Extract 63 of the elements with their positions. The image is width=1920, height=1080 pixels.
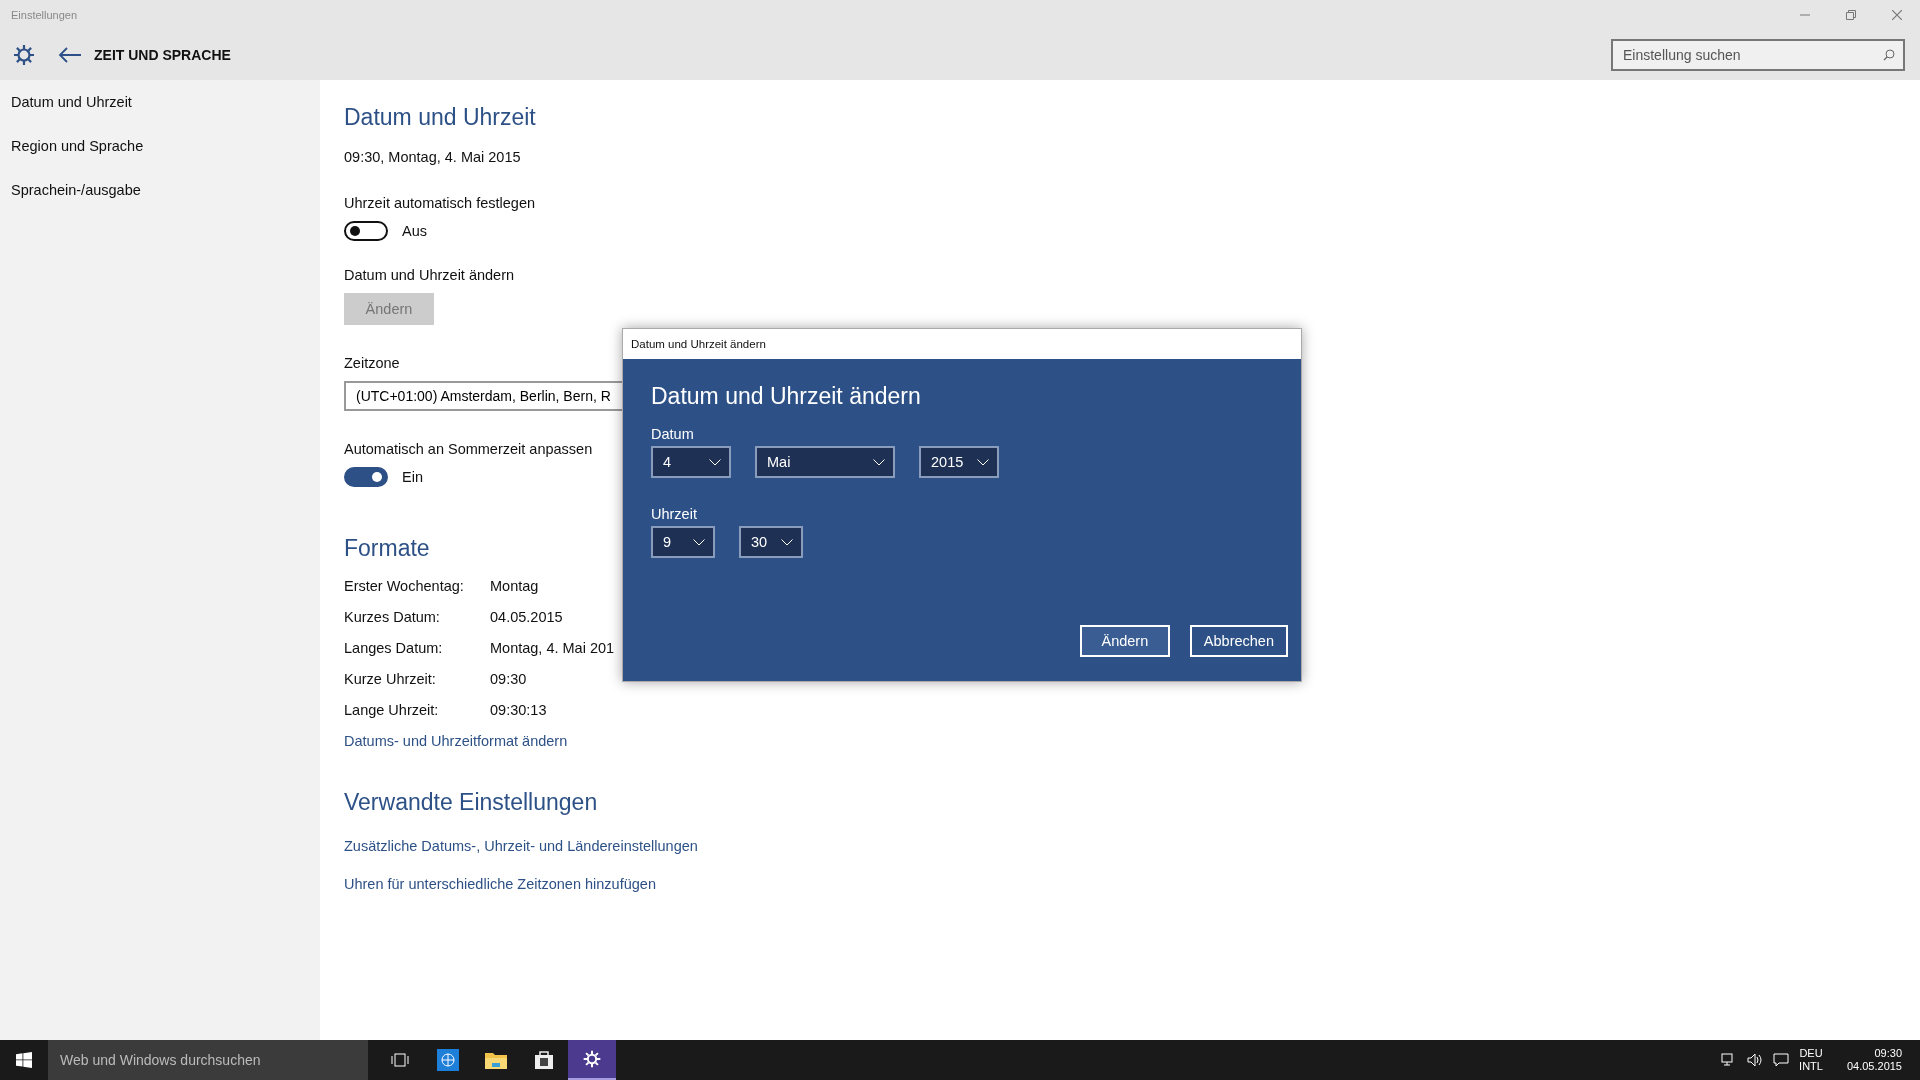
toggle-switch[interactable] xyxy=(344,221,388,241)
format-label: Kurzes Datum: xyxy=(344,609,441,627)
format-value: 04.05.2015 xyxy=(490,609,563,627)
window-title: Einstellungen xyxy=(11,9,78,21)
section-heading: Formate xyxy=(344,535,430,562)
chevron-down-icon xyxy=(873,458,885,466)
page-title: ZEIT UND SPRACHE xyxy=(94,47,231,63)
section-heading: Verwandte Einstellungen xyxy=(344,789,598,816)
task-view-icon xyxy=(391,1053,409,1067)
confirm-button[interactable]: Ändern xyxy=(1079,625,1170,657)
clock[interactable]: 09:30 04.05.2015 xyxy=(1846,1047,1902,1073)
settings-icon xyxy=(582,1049,602,1069)
setting-label: Zeitzone xyxy=(344,355,400,371)
time-dropdown[interactable]: 30 xyxy=(739,526,803,558)
format-value: 09:30:13 xyxy=(490,702,547,720)
sidebar-item[interactable]: Region und Sprache xyxy=(0,134,320,178)
search-field[interactable]: Einstellung suchen xyxy=(1611,39,1905,71)
setting-label: Uhrzeit automatisch festlegen xyxy=(344,195,535,211)
setting-label: Automatisch an Sommerzeit anpassen xyxy=(344,441,593,457)
toggle-switch[interactable] xyxy=(344,467,388,487)
toggle-state: Ein xyxy=(402,469,423,485)
format-label: Langes Datum: xyxy=(344,640,444,658)
chevron-down-icon xyxy=(693,538,705,546)
format-link[interactable]: Datums- und Uhrzeitformat ändern xyxy=(344,733,568,749)
taskbar-app[interactable] xyxy=(568,1040,616,1080)
notification-icon[interactable] xyxy=(1773,1053,1790,1067)
related-link[interactable]: Zusätzliche Datums-, Uhrzeit- und Ländereinstellungen xyxy=(344,838,698,854)
search-icon xyxy=(1883,49,1895,61)
dialog-title: Datum und Uhrzeit ändern xyxy=(631,338,766,350)
settings-icon xyxy=(12,43,36,67)
date-dropdown[interactable]: 2015 xyxy=(919,446,999,478)
taskbar-search-field[interactable]: Web und Windows durchsuchen xyxy=(48,1040,368,1080)
shopping-bag-icon xyxy=(534,1050,554,1070)
folder-icon xyxy=(485,1051,507,1069)
globe-icon xyxy=(437,1049,459,1071)
related-link[interactable]: Uhren für unterschiedliche Zeitzonen hinzufügen xyxy=(344,876,656,892)
back-arrow-icon[interactable] xyxy=(58,47,82,63)
sidebar-item[interactable]: Sprachein-/ausgabe xyxy=(0,178,320,222)
time-dropdown[interactable]: 9 xyxy=(651,526,715,558)
toggle-state: Aus xyxy=(402,223,427,239)
chevron-down-icon xyxy=(781,538,793,546)
volume-icon[interactable] xyxy=(1747,1053,1764,1067)
current-datetime: 09:30, Montag, 4. Mai 2015 xyxy=(344,149,521,165)
section-heading: Datum und Uhrzeit xyxy=(344,104,536,131)
format-label: Lange Uhrzeit: xyxy=(344,702,440,720)
chevron-down-icon xyxy=(709,458,721,466)
language-indicator[interactable]: DEU INTL xyxy=(1799,1047,1823,1073)
chevron-down-icon xyxy=(977,458,989,466)
setting-label: Datum und Uhrzeit ändern xyxy=(344,267,515,283)
field-label: Uhrzeit xyxy=(651,506,697,522)
close-icon[interactable] xyxy=(1892,10,1902,20)
sidebar-item[interactable]: Datum und Uhrzeit xyxy=(0,90,320,134)
format-value: 09:30 xyxy=(490,671,527,689)
restore-icon[interactable] xyxy=(1846,10,1856,20)
date-dropdown[interactable]: 4 xyxy=(651,446,731,478)
date-dropdown[interactable]: Mai xyxy=(755,446,895,478)
cancel-button[interactable]: Abbrechen xyxy=(1189,625,1288,657)
format-value: Montag xyxy=(490,578,539,596)
windows-logo-icon xyxy=(16,1052,32,1068)
format-label: Kurze Uhrzeit: xyxy=(344,671,437,689)
format-label: Erster Wochentag: xyxy=(344,578,465,596)
field-label: Datum xyxy=(651,426,694,442)
format-value: Montag, 4. Mai 201 xyxy=(490,640,615,658)
